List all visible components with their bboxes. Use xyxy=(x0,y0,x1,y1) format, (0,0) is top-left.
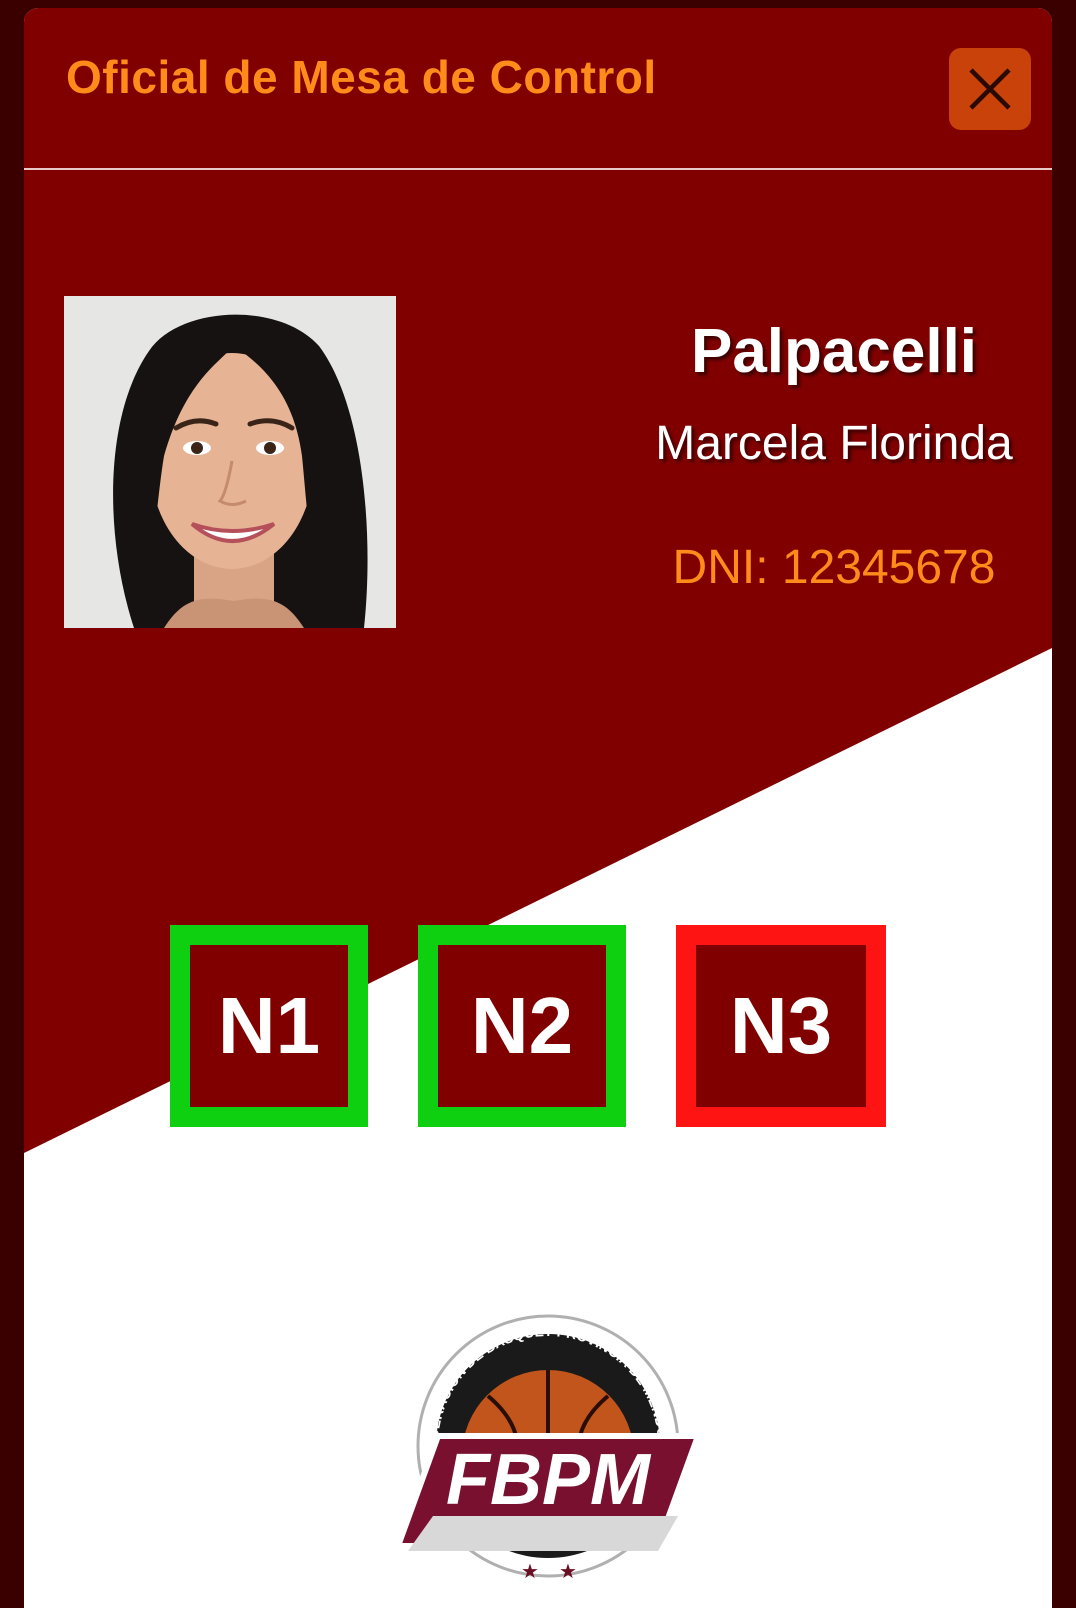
header: Oficial de Mesa de Control xyxy=(24,8,1052,170)
level-n1-badge[interactable]: N1 xyxy=(170,925,368,1127)
fbpm-logo: FEDERACIÓN DE BASQUET PROVINCIA DE MENDO… xyxy=(378,1296,703,1583)
last-name: Palpacelli xyxy=(690,317,978,386)
close-icon xyxy=(969,68,1011,110)
level-n2-badge[interactable]: N2 xyxy=(418,925,626,1127)
profile-photo xyxy=(64,296,396,628)
logo-acronym: FBPM xyxy=(446,1440,652,1520)
level-n3-badge[interactable]: N3 xyxy=(676,925,886,1127)
dni-number: DNI: 12345678 xyxy=(672,541,996,594)
star-icon: ★ xyxy=(521,1561,539,1583)
credential-card: Oficial de Mesa de Control Palpacelli Ma… xyxy=(24,8,1052,1608)
star-icon: ★ xyxy=(559,1561,577,1583)
first-name: Marcela Florinda xyxy=(655,417,1013,470)
page-title: Oficial de Mesa de Control xyxy=(66,51,657,103)
close-button[interactable] xyxy=(949,48,1031,130)
